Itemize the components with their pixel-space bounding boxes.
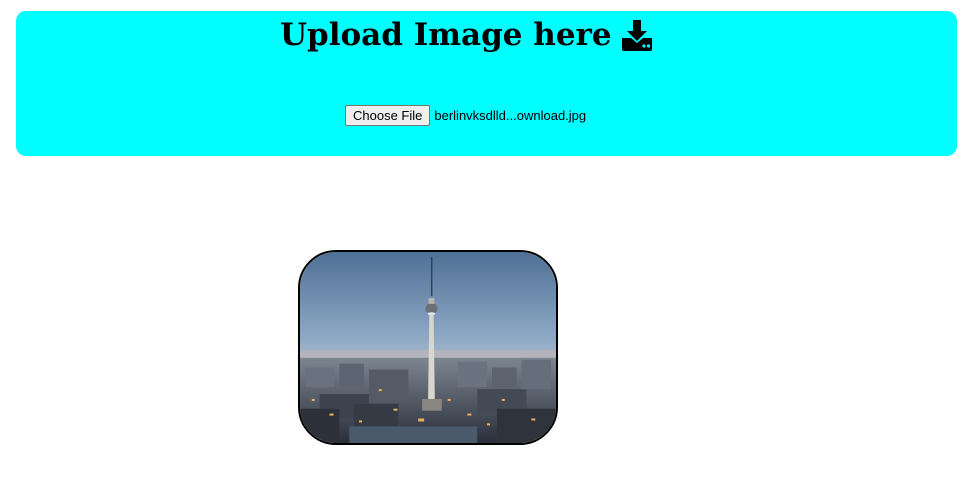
file-input[interactable]: Choose File berlinvksdlld...ownload.jpg xyxy=(345,105,586,126)
upload-panel: Upload Image here Choose File berlinvksd… xyxy=(16,11,957,156)
choose-file-button[interactable]: Choose File xyxy=(345,105,431,126)
cityscape-image xyxy=(300,252,556,443)
upload-title-text: Upload Image here xyxy=(280,17,612,53)
download-icon xyxy=(620,18,654,52)
selected-file-name: berlinvksdlld...ownload.jpg xyxy=(434,108,587,123)
uploaded-image-preview xyxy=(298,250,558,445)
upload-title: Upload Image here xyxy=(280,15,654,55)
